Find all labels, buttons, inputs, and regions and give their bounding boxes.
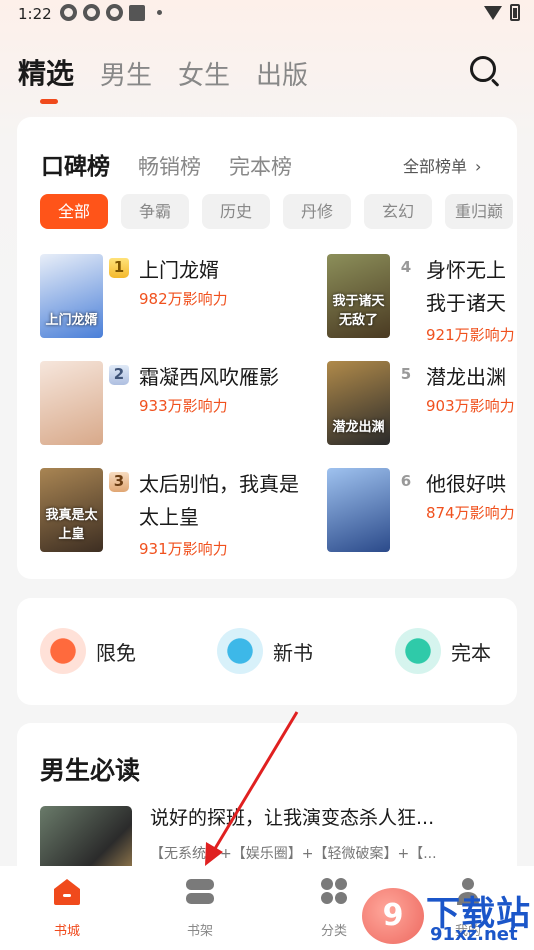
- category-icon: [321, 878, 347, 904]
- book-title: 太后别怕，我真是太上皇: [139, 472, 299, 529]
- ranking-book-item[interactable]: 上门龙婿 1 上门龙婿 982万影响力: [40, 254, 270, 344]
- rank-crown-badge: 2: [109, 365, 129, 385]
- status-bar: 1:22: [0, 0, 534, 28]
- tab-bestseller-rank[interactable]: 畅销榜: [138, 151, 201, 181]
- ranking-book-item[interactable]: 我于诸天无敌了 4 身怀无上我于诸天 921万影响力: [327, 254, 517, 344]
- notification-app-icon: [106, 4, 123, 21]
- watermark-logo: 9: [362, 888, 424, 944]
- ranking-tab-bar: 口碑榜 畅销榜 完本榜: [41, 147, 292, 181]
- category-label: 完本: [451, 640, 491, 665]
- book-influence: 982万影响力: [139, 290, 228, 308]
- status-time: 1:22: [18, 5, 52, 23]
- book-influence: 933万影响力: [139, 397, 228, 415]
- book-cover: [327, 468, 390, 552]
- rank-number: 5: [400, 365, 412, 383]
- book-title[interactable]: 说好的探班，让我演变态杀人狂...: [150, 803, 434, 830]
- tab-reputation-rank[interactable]: 口碑榜: [41, 147, 110, 181]
- book-cover: 上门龙婿: [40, 254, 103, 338]
- notification-app-icon: [83, 4, 100, 21]
- top-tab-bar: 精选 男生 女生 出版: [18, 52, 308, 104]
- book-cover: [40, 361, 103, 445]
- book-title: 上门龙婿: [139, 258, 219, 282]
- tab-publishing[interactable]: 出版: [256, 55, 308, 92]
- nav-label: 书城: [53, 924, 80, 939]
- book-title: 霜凝西风吹雁影: [139, 365, 279, 389]
- book-title: 潜龙出渊: [426, 365, 506, 389]
- category-new-books[interactable]: 新书: [217, 626, 313, 676]
- male-must-read-card: 男生必读 说好的探班，让我演变态杀人狂... 【无系统】+【娱乐圈】+【轻微破案…: [17, 723, 517, 883]
- book-title: 他很好哄: [426, 472, 506, 496]
- tab-male[interactable]: 男生: [100, 55, 152, 92]
- quick-category-card: 限免 新书 完本: [17, 598, 517, 705]
- category-free[interactable]: 限免: [40, 626, 136, 676]
- battery-icon: [510, 4, 520, 21]
- chip-all[interactable]: 全部: [40, 194, 108, 229]
- book-cover-title: 我于诸天无敌了: [332, 294, 385, 328]
- book-title: 身怀无上我于诸天: [426, 258, 506, 315]
- chevron-right-icon: ›: [475, 157, 482, 176]
- chip-return-peak[interactable]: 重归巅: [445, 194, 513, 229]
- new-tag-icon: [217, 628, 263, 674]
- status-notification-icons: [60, 4, 162, 21]
- more-notifications-dot-icon: [157, 10, 162, 15]
- all-rankings-label: 全部榜单: [403, 157, 468, 176]
- ranking-book-item[interactable]: 2 霜凝西风吹雁影 933万影响力: [40, 361, 279, 451]
- book-cover-title: 我真是太上皇: [45, 508, 98, 542]
- category-completed[interactable]: 完本: [395, 626, 491, 676]
- nav-bookstore[interactable]: 书城: [27, 876, 107, 939]
- bookshelf-icon: [186, 879, 214, 904]
- notification-square-icon: [129, 4, 145, 21]
- tab-featured[interactable]: 精选: [18, 52, 74, 104]
- nav-bookshelf[interactable]: 书架: [160, 876, 240, 939]
- book-cover-title: 潜龙出渊: [332, 420, 385, 435]
- ranking-card: 口碑榜 畅销榜 完本榜 全部榜单 › 全部 争霸 历史 丹修 玄幻 重归巅 上门龙婿 1 上…: [17, 117, 517, 579]
- chip-fantasy[interactable]: 玄幻: [364, 194, 432, 229]
- nav-label: 书架: [186, 924, 213, 939]
- tab-female[interactable]: 女生: [178, 55, 230, 92]
- ranking-book-item[interactable]: 潜龙出渊 5 潜龙出渊 903万影响力: [327, 361, 517, 451]
- ranking-book-item[interactable]: 我真是太上皇 3 太后别怕，我真是太上皇 931万影响力: [40, 468, 299, 568]
- rank-crown-badge: 1: [109, 258, 129, 278]
- chip-alchemy[interactable]: 丹修: [283, 194, 351, 229]
- tab-completed-rank[interactable]: 完本榜: [229, 151, 292, 181]
- book-icon: [395, 628, 441, 674]
- all-rankings-link[interactable]: 全部榜单 ›: [403, 153, 481, 177]
- notification-app-icon: [60, 4, 77, 21]
- category-label: 限免: [96, 640, 136, 665]
- chip-hegemony[interactable]: 争霸: [121, 194, 189, 229]
- status-system-icons: [484, 4, 520, 21]
- genre-filter-chips: 全部 争霸 历史 丹修 玄幻 重归巅: [40, 194, 517, 234]
- book-influence: 931万影响力: [139, 540, 228, 558]
- book-tags: 【无系统】+【娱乐圈】+【轻微破案】+【...: [150, 846, 437, 862]
- book-influence: 903万影响力: [426, 397, 515, 415]
- rank-number: 4: [400, 258, 412, 276]
- stopwatch-icon: [40, 628, 86, 674]
- site-watermark: 9 下载站 91xz.net: [362, 882, 532, 948]
- search-button[interactable]: [468, 54, 502, 88]
- book-cover: 我于诸天无敌了: [327, 254, 390, 338]
- watermark-url: 91xz.net: [430, 924, 518, 945]
- chip-history[interactable]: 历史: [202, 194, 270, 229]
- section-title: 男生必读: [40, 756, 141, 785]
- rank-crown-badge: 3: [109, 472, 129, 492]
- rank-number: 6: [400, 472, 412, 490]
- book-influence: 921万影响力: [426, 326, 515, 344]
- wifi-icon: [484, 5, 502, 20]
- book-cover: 我真是太上皇: [40, 468, 103, 552]
- home-icon: [54, 879, 80, 905]
- category-label: 新书: [273, 640, 313, 665]
- book-influence: 874万影响力: [426, 504, 515, 522]
- ranking-book-item[interactable]: 6 他很好哄 874万影响力: [327, 468, 517, 558]
- book-cover-title: 上门龙婿: [45, 313, 98, 328]
- book-cover: 潜龙出渊: [327, 361, 390, 445]
